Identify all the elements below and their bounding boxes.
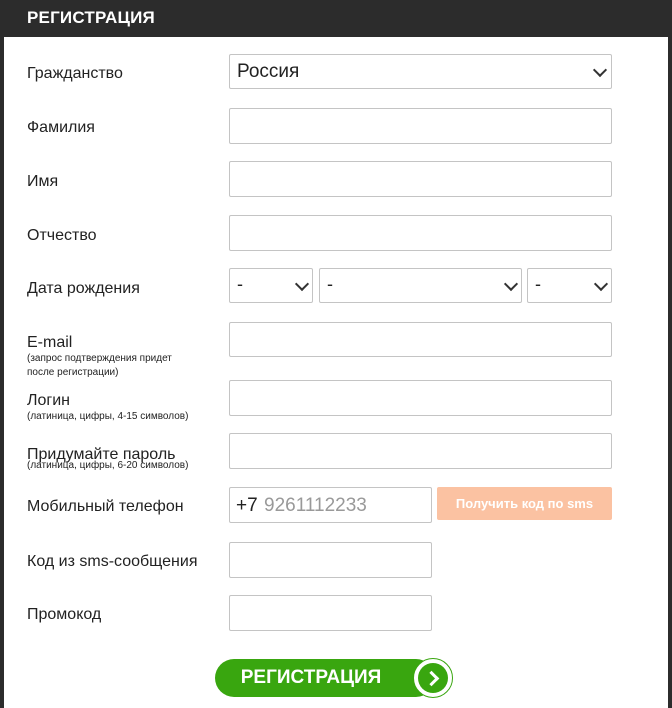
login-input[interactable] <box>229 380 612 416</box>
chevron-right-icon <box>423 670 440 687</box>
arrow-circle <box>413 658 453 698</box>
patronymic-label: Отчество <box>27 227 97 244</box>
lastname-input[interactable] <box>229 108 612 144</box>
email-label: E-mail <box>27 334 73 351</box>
birth-day-select[interactable]: - <box>229 268 313 303</box>
patronymic-input[interactable] <box>229 215 612 251</box>
firstname-input[interactable] <box>229 161 612 197</box>
login-label: Логин <box>27 392 71 409</box>
register-button[interactable]: РЕГИСТРАЦИЯ <box>215 658 453 698</box>
phone-label: Мобильный телефон <box>27 498 184 515</box>
get-sms-code-button[interactable]: Получить код по sms <box>437 487 612 520</box>
lastname-label: Фамилия <box>27 119 95 136</box>
citizenship-label: Гражданство <box>27 65 123 82</box>
chevron-down-icon <box>592 62 608 78</box>
email-hint-line2: после регистрации) <box>27 367 119 378</box>
birth-year-select[interactable]: - <box>527 268 612 303</box>
birth-year-value: - <box>535 274 541 294</box>
promo-code-input[interactable] <box>229 595 432 631</box>
arrow-circle-inner <box>418 663 448 693</box>
birthdate-label: Дата рождения <box>27 280 140 297</box>
password-input[interactable] <box>229 433 612 469</box>
chevron-down-icon <box>294 276 310 292</box>
birth-month-select[interactable]: - <box>319 268 522 303</box>
sms-code-input[interactable] <box>229 542 432 578</box>
phone-input[interactable]: +7 9261112233 <box>229 487 432 523</box>
chevron-down-icon <box>593 276 609 292</box>
email-hint-line1: (запрос подтверждения придет <box>27 353 172 364</box>
sms-code-label: Код из sms-сообщения <box>27 553 198 570</box>
form-header: РЕГИСТРАЦИЯ <box>0 0 672 37</box>
citizenship-value: Россия <box>237 61 300 82</box>
phone-placeholder: 9261112233 <box>264 495 367 516</box>
chevron-down-icon <box>503 276 519 292</box>
promo-label: Промокод <box>27 606 102 623</box>
form-title: РЕГИСТРАЦИЯ <box>27 8 155 27</box>
register-button-label: РЕГИСТРАЦИЯ <box>215 659 435 697</box>
firstname-label: Имя <box>27 173 59 190</box>
login-hint: (латиница, цифры, 4-15 символов) <box>27 411 189 422</box>
password-hint: (латиница, цифры, 6-20 символов) <box>27 460 189 471</box>
email-field[interactable] <box>229 322 612 357</box>
birth-month-value: - <box>327 274 333 294</box>
citizenship-select[interactable]: Россия <box>229 54 612 89</box>
birth-day-value: - <box>237 274 243 294</box>
phone-prefix: +7 <box>236 495 258 516</box>
